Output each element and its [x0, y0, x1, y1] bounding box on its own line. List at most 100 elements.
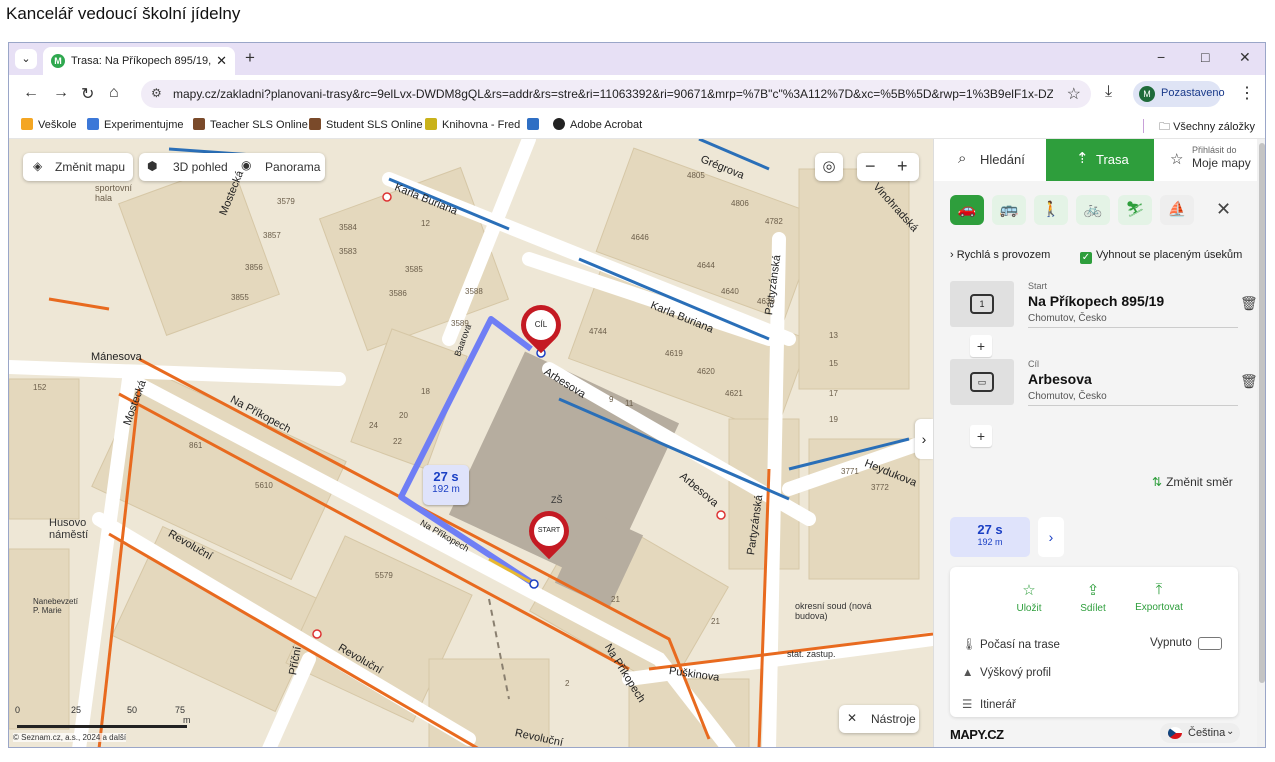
browser-tab[interactable]: M Trasa: Na Příkopech 895/19, Ch ✕ [43, 47, 235, 75]
forward-button[interactable]: → [53, 84, 69, 102]
place-label: sportovní hala [95, 183, 133, 203]
reverse-direction-button[interactable]: ⇅ Změnit směr [1152, 475, 1233, 489]
page-scrollbar[interactable] [1257, 139, 1265, 747]
bookmark-star-icon[interactable]: ☆ [1067, 84, 1081, 104]
all-bookmarks-button[interactable]: 🗀 Všechny záložky [1159, 118, 1255, 137]
house-number: 20 [399, 411, 408, 420]
mapy-logo[interactable]: MAPY.CZ [950, 727, 1004, 742]
ski-icon: ⛷ [1125, 201, 1145, 218]
collapse-panel-button[interactable]: › [915, 419, 933, 459]
tools-button[interactable]: ✕ Nástroje [839, 705, 919, 733]
minimize-button[interactable]: − [1157, 49, 1165, 65]
route-variant-card[interactable]: 27 s 192 m [950, 517, 1030, 557]
bookmark-student-sls[interactable]: Student SLS Online [309, 118, 423, 131]
house-number: 4644 [697, 261, 715, 270]
mode-walk-button[interactable]: 🚶 [1034, 195, 1068, 225]
end-waypoint[interactable]: ▭ Cíl Arbesova Chomutov, Česko 🗑 [950, 359, 1258, 406]
weather-row[interactable]: 🌡 Počasí na trase [962, 637, 1060, 651]
back-button[interactable]: ← [23, 84, 39, 102]
chevron-right-icon[interactable]: › [1038, 517, 1064, 557]
route-type-dropdown[interactable]: › Rychlá s provozem [950, 249, 1050, 261]
reload-button[interactable]: ↻ [81, 84, 94, 104]
window-close-button[interactable]: ✕ [1239, 49, 1251, 66]
scrollbar-thumb[interactable] [1259, 143, 1265, 683]
bookmark-adobe-acrobat[interactable]: Adobe Acrobat [553, 118, 642, 131]
copyright-notice[interactable]: © Seznam.cz, a.s., 2024 a další [13, 733, 127, 742]
house-number: 4619 [665, 349, 683, 358]
new-tab-button[interactable]: + [245, 48, 255, 68]
place-label: ZŠ [551, 495, 563, 505]
tab-search-button[interactable]: ⌄ [15, 49, 37, 69]
boat-icon: ⛵ [1167, 201, 1187, 218]
maximize-button[interactable]: □ [1201, 49, 1209, 65]
mode-car-button[interactable]: 🚗 [950, 195, 984, 225]
3d-view-button[interactable]: 3D pohled [173, 160, 228, 174]
mode-boat-button[interactable]: ⛵ [1160, 195, 1194, 225]
thermometer-icon: 🌡 [962, 639, 977, 651]
start-waypoint[interactable]: 1 Start Na Příkopech 895/19 Chomutov, Če… [950, 281, 1258, 328]
start-city: Chomutov, Česko [1028, 313, 1107, 324]
house-number: 3584 [339, 223, 357, 232]
house-number: 11 [625, 399, 634, 408]
house-number: 24 [369, 421, 378, 430]
elevation-row[interactable]: ▲ Výškový profil [962, 667, 1051, 679]
bookmark-veskole[interactable]: Veškole [21, 118, 77, 131]
end-city: Chomutov, Česko [1028, 391, 1107, 402]
locate-me-icon[interactable]: ◎ [815, 153, 843, 181]
language-selector[interactable]: Čeština ⌄ [1160, 723, 1240, 743]
swap-arrows-icon: ⇅ [1152, 475, 1163, 489]
add-waypoint-button[interactable]: + [970, 425, 992, 447]
czech-flag-icon [1168, 727, 1182, 739]
bus-icon: 🚌 [999, 201, 1019, 218]
add-waypoint-button[interactable]: + [970, 335, 992, 357]
bookmark-knihovna[interactable]: Knihovna - Fred [425, 118, 520, 131]
zoom-in-button[interactable]: + [897, 156, 908, 177]
share-button[interactable]: ⇪ Sdílet [1058, 581, 1128, 614]
mode-bike-button[interactable]: 🚲 [1076, 195, 1110, 225]
tab-close-icon[interactable]: ✕ [216, 53, 227, 69]
close-route-button[interactable]: ✕ [1216, 199, 1231, 220]
route-planner-panel: ⌕ Hledání ⇡ Trasa ☆ Přihlásit do Moje ma… [933, 139, 1265, 747]
save-button[interactable]: ☆ Uložit [994, 581, 1064, 614]
itinerary-row[interactable]: ☰ Itinerář [962, 697, 1016, 711]
end-name: Arbesova [1028, 371, 1092, 387]
trash-icon[interactable]: 🗑 [1240, 295, 1258, 312]
car-icon: 🚗 [957, 201, 977, 218]
mode-ski-button[interactable]: ⛷ [1118, 195, 1152, 225]
tab-my-maps[interactable]: ☆ Přihlásit do Moje mapy [1154, 139, 1265, 181]
zoom-out-button[interactable]: − [865, 156, 876, 177]
bookmark-teacher-sls[interactable]: Teacher SLS Online [193, 118, 308, 131]
home-button[interactable]: ⌂ [109, 84, 119, 102]
route-summary-bubble[interactable]: 27 s 192 m [423, 465, 469, 505]
change-map-button[interactable]: ◈ Změnit mapu [23, 153, 133, 181]
trash-icon[interactable]: 🗑 [1240, 373, 1258, 390]
zoom-controls: − + [857, 153, 919, 181]
place-label: okresní soud (nová budova) [795, 601, 872, 621]
end-street-icon: ▭ [950, 359, 1014, 405]
route-distance: 192 m [432, 484, 460, 495]
bookmark-experimentujme[interactable]: Experimentujme [87, 118, 183, 131]
map-canvas[interactable]: ◈ Změnit mapu ⬢ 3D pohled ◉ Panorama ◎ −… [9, 139, 933, 747]
site-info-icon[interactable]: ⚙ [151, 86, 162, 100]
walk-icon: 🚶 [1041, 201, 1061, 218]
tab-search[interactable]: ⌕ Hledání [934, 139, 1046, 181]
house-number: 3586 [389, 289, 407, 298]
browser-menu-icon[interactable]: ⋮ [1239, 83, 1255, 103]
mode-bus-button[interactable]: 🚌 [992, 195, 1026, 225]
url-text[interactable]: mapy.cz/zakladni?planovani-trasy&rc=9elL… [173, 87, 1053, 101]
divider [1028, 405, 1238, 406]
download-icon[interactable]: ⤓ [1105, 83, 1112, 101]
tab-route[interactable]: ⇡ Trasa [1046, 139, 1154, 181]
weather-toggle[interactable] [1198, 637, 1222, 650]
bike-icon: 🚲 [1083, 201, 1103, 218]
cube-icon: ⬢ [147, 159, 158, 173]
house-number: 21 [711, 617, 720, 626]
bookmark-unnamed[interactable] [527, 118, 544, 131]
avoid-toll-checkbox[interactable]: ✓ Vyhnout se placeným úsekům [1080, 249, 1242, 264]
panorama-button[interactable]: Panorama [265, 160, 320, 174]
document-title: Kancelář vedoucí školní jídelny [6, 4, 241, 23]
profile-button[interactable]: M Pozastaveno [1133, 81, 1225, 107]
house-number: 3583 [339, 247, 357, 256]
address-bar[interactable]: ⚙ mapy.cz/zakladni?planovani-trasy&rc=9e… [141, 80, 1091, 108]
export-button[interactable]: ⤒ Exportovat [1124, 581, 1194, 613]
